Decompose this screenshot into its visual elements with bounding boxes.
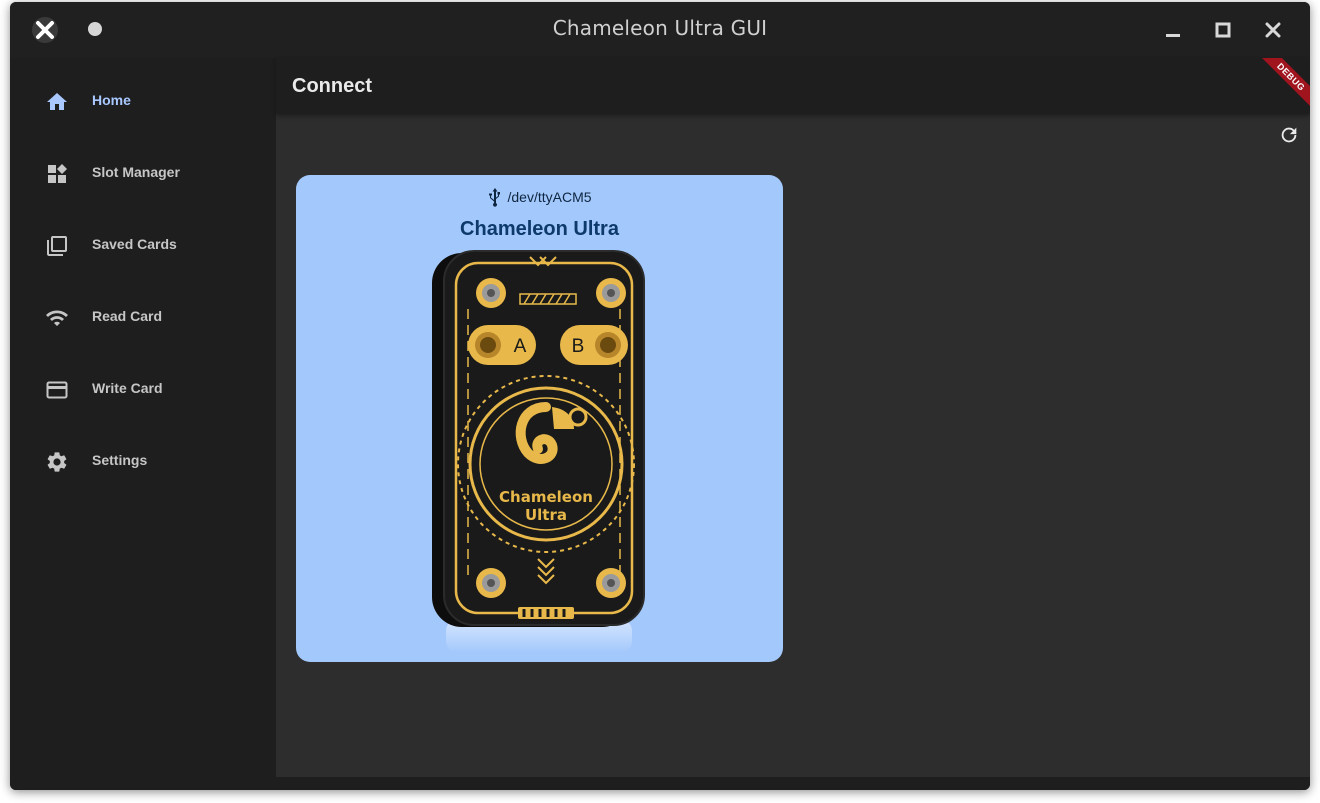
maximize-icon[interactable]: [1211, 18, 1235, 42]
window-title: Chameleon Ultra GUI: [552, 16, 768, 40]
device-name: Chameleon Ultra: [460, 218, 619, 240]
sidebar-item-label: Home: [92, 92, 131, 108]
sidebar-item-label: Write Card: [92, 380, 163, 396]
sidebar-item-write-card[interactable]: Write Card: [10, 362, 276, 418]
title-bar[interactable]: Chameleon Ultra GUI: [10, 2, 1310, 58]
credit-card-icon: [46, 381, 68, 399]
bottom-strip: [276, 777, 1310, 790]
sidebar-item-label: Slot Manager: [92, 164, 180, 180]
sidebar-item-settings[interactable]: Settings: [10, 434, 276, 490]
close-icon[interactable]: [1261, 18, 1285, 42]
gear-icon: [47, 452, 67, 472]
button-a-label: A: [514, 336, 527, 357]
debug-banner: DEBUG: [1250, 58, 1310, 118]
dashboard-icon: [48, 164, 67, 183]
debug-banner-label: DEBUG: [1254, 58, 1310, 114]
button-b-label: B: [572, 336, 585, 357]
home-icon: [47, 93, 67, 110]
minimize-icon[interactable]: [1161, 18, 1185, 42]
sidebar-item-label: Settings: [92, 452, 148, 468]
port-path: /dev/ttyACM5: [507, 189, 592, 205]
device-logo-line2: Ultra: [525, 506, 567, 524]
app-window: Chameleon Ultra GUI Home Slot Manager Sa…: [10, 2, 1310, 790]
sidebar: Home Slot Manager Saved Cards Read Card …: [10, 58, 276, 790]
sidebar-item-slot-manager[interactable]: Slot Manager: [10, 146, 276, 202]
app-bar: Connect: [276, 58, 1310, 114]
sidebar-item-label: Saved Cards: [92, 236, 177, 252]
chameleon-device-image: A B Chameleon Ultra: [432, 250, 645, 653]
port-row: /dev/ttyACM5: [296, 187, 783, 207]
sidebar-item-label: Read Card: [92, 308, 163, 324]
page-title: Connect: [292, 75, 372, 97]
wifi-icon: [46, 310, 68, 326]
main-content: Connect DEBUG /dev/ttyACM5 Chameleon Ult…: [276, 58, 1310, 777]
usb-icon: [489, 188, 501, 207]
sidebar-item-read-card[interactable]: Read Card: [10, 290, 276, 346]
library-icon: [47, 236, 67, 256]
sidebar-item-home[interactable]: Home: [10, 74, 276, 130]
refresh-icon[interactable]: [1278, 124, 1300, 146]
sidebar-item-saved-cards[interactable]: Saved Cards: [10, 218, 276, 274]
device-logo-line1: Chameleon: [499, 488, 593, 506]
device-card[interactable]: /dev/ttyACM5 Chameleon Ultra A B Chamele…: [296, 175, 783, 662]
